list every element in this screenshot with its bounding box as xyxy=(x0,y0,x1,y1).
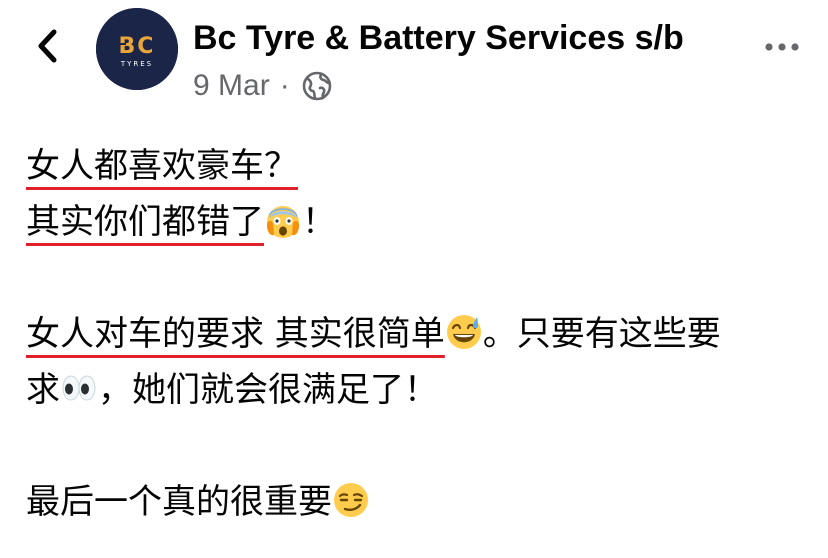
eyes-icon xyxy=(60,369,98,407)
post-text-segment: ，她们就会很满足了！ xyxy=(98,370,438,410)
underlined-text: 其实你们都错了 xyxy=(26,202,302,242)
page-name-link[interactable]: Bc Tyre & Battery Services s/b xyxy=(193,18,684,58)
underlined-text: 女人对车的要求 其实很简单 xyxy=(26,314,445,354)
grinning-sweat-icon xyxy=(445,313,483,351)
svg-text:TYRES: TYRES xyxy=(120,60,153,68)
post-line: 最后一个真的很重要 xyxy=(26,474,806,530)
smirking-face-icon xyxy=(332,481,370,519)
post-text-segment: ！ xyxy=(302,202,336,242)
facebook-post-view: BC TYRES Bc Tyre & Battery Services s/b … xyxy=(0,0,828,558)
post-text-segment: 。只要有这些要 xyxy=(482,314,721,354)
underlined-text: 女人都喜欢豪车？ xyxy=(26,146,298,186)
back-button[interactable] xyxy=(28,28,68,68)
post-text-segment: 其实你们都错了 xyxy=(26,202,264,242)
meta-separator: · xyxy=(279,69,290,102)
chevron-left-icon xyxy=(35,28,61,68)
post-line: 女人对车的要求 其实很简单 。只要有这些要 xyxy=(26,306,806,362)
more-dots-icon xyxy=(764,37,800,56)
more-options-button[interactable] xyxy=(762,34,802,58)
post-date[interactable]: 9 Mar xyxy=(193,68,270,104)
post-meta: 9 Mar · xyxy=(193,68,334,104)
post-line: 其实你们都错了 ！ xyxy=(26,194,806,250)
bc-tyres-logo: BC TYRES xyxy=(96,8,178,90)
page-avatar[interactable]: BC TYRES xyxy=(96,8,178,90)
face-screaming-icon xyxy=(264,201,302,239)
post-line: 女人都喜欢豪车？ xyxy=(26,138,806,194)
post-text: 女人都喜欢豪车？ 其实你们都错了 ！ 女人对车的要求 其实很简单 。只要有这些要… xyxy=(26,138,806,530)
post-text-segment: 求 xyxy=(26,370,60,410)
post-line: 求 ，她们就会很满足了！ xyxy=(26,362,806,418)
post-text-segment: 最后一个真的很重要 xyxy=(26,482,332,522)
globe-icon[interactable] xyxy=(300,69,334,103)
svg-text:BC: BC xyxy=(119,34,156,59)
